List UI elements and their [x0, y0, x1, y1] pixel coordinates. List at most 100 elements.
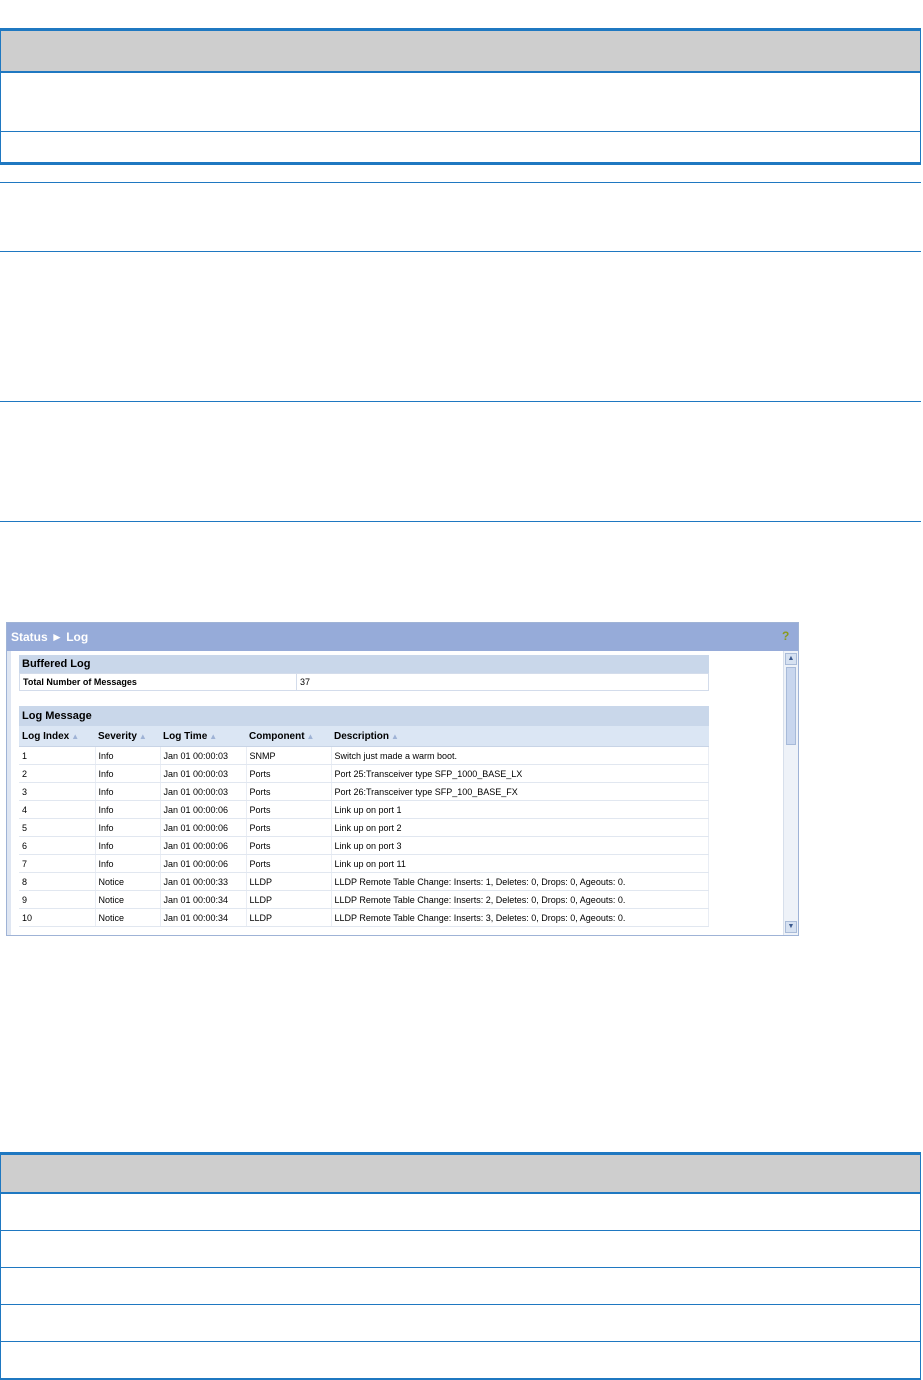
log-index-cell: 5 — [19, 818, 96, 837]
log-message-title: Log Message — [19, 706, 709, 726]
log-index-cell: 10 — [19, 908, 96, 927]
severity-cell: Info — [95, 818, 161, 837]
component-cell: LLDP — [246, 872, 332, 891]
log-index-cell: 4 — [19, 800, 96, 819]
description-cell: LLDP Remote Table Change: Inserts: 3, De… — [331, 908, 709, 927]
section-divider — [0, 521, 921, 522]
description-cell: Switch just made a warm boot. — [331, 746, 709, 765]
sort-icon: ▲ — [306, 731, 315, 741]
help-icon[interactable]: ? — [782, 629, 792, 643]
log-index-cell: 9 — [19, 890, 96, 909]
vertical-scrollbar[interactable]: ▲ ▼ — [783, 651, 798, 935]
table-row: 9 Notice Jan 01 00:00:34 LLDP LLDP Remote Ta… — [19, 890, 709, 909]
table-row: 1 Info Jan 01 00:00:03 SNMP Switch just made… — [19, 746, 709, 765]
log-time-cell: Jan 01 00:00:03 — [160, 782, 247, 801]
log-time-cell: Jan 01 00:00:06 — [160, 836, 247, 855]
scroll-up-icon[interactable]: ▲ — [785, 653, 797, 665]
severity-cell: Info — [95, 782, 161, 801]
component-cell: Ports — [246, 764, 332, 783]
severity-cell: Notice — [95, 908, 161, 927]
section-divider — [0, 182, 921, 183]
table-row: 3 Info Jan 01 00:00:03 Ports Port 26:Transce… — [19, 782, 709, 801]
column-header-log-index[interactable]: Log Index ▲ — [19, 726, 95, 747]
column-header-label: Log Index — [22, 730, 70, 742]
log-time-cell: Jan 01 00:00:34 — [160, 908, 247, 927]
severity-cell: Info — [95, 836, 161, 855]
column-header-label: Log Time — [163, 730, 208, 742]
doc-table-row-divider — [1, 1304, 920, 1305]
component-cell: Ports — [246, 782, 332, 801]
log-index-cell: 2 — [19, 764, 96, 783]
buffered-log-panel: Buffered Log Total Number of Messages 37 — [19, 655, 709, 691]
doc-table-row-divider — [1, 1230, 920, 1231]
section-divider — [0, 251, 921, 252]
doc-table-row-divider — [1, 131, 920, 132]
description-cell: LLDP Remote Table Change: Inserts: 2, De… — [331, 890, 709, 909]
sort-icon: ▲ — [71, 731, 80, 741]
severity-cell: Info — [95, 854, 161, 873]
column-header-component[interactable]: Component ▲ — [246, 726, 331, 747]
severity-cell: Notice — [95, 890, 161, 909]
breadcrumb: Status ► Log — [7, 623, 798, 651]
log-message-panel: Log Message Log Index ▲ Severity ▲ Log Tim… — [19, 706, 709, 927]
buffered-log-title: Buffered Log — [19, 655, 709, 673]
column-header-description[interactable]: Description ▲ — [331, 726, 709, 747]
column-header-log-time[interactable]: Log Time ▲ — [160, 726, 246, 747]
log-index-cell: 8 — [19, 872, 96, 891]
description-cell: Link up on port 11 — [331, 854, 709, 873]
doc-table-top — [0, 28, 921, 165]
table-row: 5 Info Jan 01 00:00:06 Ports Link up on port… — [19, 818, 709, 837]
severity-cell: Info — [95, 746, 161, 765]
log-time-cell: Jan 01 00:00:06 — [160, 800, 247, 819]
log-time-cell: Jan 01 00:00:33 — [160, 872, 247, 891]
component-cell: LLDP — [246, 890, 332, 909]
severity-cell: Notice — [95, 872, 161, 891]
description-cell: Link up on port 1 — [331, 800, 709, 819]
log-index-cell: 3 — [19, 782, 96, 801]
total-messages-value: 37 — [296, 673, 709, 691]
column-header-label: Description — [334, 730, 390, 742]
table-row: 7 Info Jan 01 00:00:06 Ports Link up on port… — [19, 854, 709, 873]
scroll-down-icon[interactable]: ▼ — [785, 921, 797, 933]
log-index-cell: 1 — [19, 746, 96, 765]
log-time-cell: Jan 01 00:00:06 — [160, 818, 247, 837]
table-row: 8 Notice Jan 01 00:00:33 LLDP LLDP Remote Ta… — [19, 872, 709, 891]
log-time-cell: Jan 01 00:00:06 — [160, 854, 247, 873]
table-row: 6 Info Jan 01 00:00:06 Ports Link up on port… — [19, 836, 709, 855]
log-time-cell: Jan 01 00:00:03 — [160, 746, 247, 765]
doc-table-row-divider — [1, 1341, 920, 1342]
sort-icon: ▲ — [138, 731, 147, 741]
description-cell: LLDP Remote Table Change: Inserts: 1, De… — [331, 872, 709, 891]
left-stripe — [7, 651, 11, 935]
total-messages-label: Total Number of Messages — [19, 673, 297, 691]
doc-table-row-divider — [1, 1267, 920, 1268]
column-header-severity[interactable]: Severity ▲ — [95, 726, 160, 747]
component-cell: Ports — [246, 854, 332, 873]
component-cell: SNMP — [246, 746, 332, 765]
table-row: 2 Info Jan 01 00:00:03 Ports Port 25:Transce… — [19, 764, 709, 783]
screenshot-body: Buffered Log Total Number of Messages 37… — [7, 651, 798, 935]
component-cell: Ports — [246, 800, 332, 819]
column-header-label: Component — [249, 730, 305, 742]
section-divider — [0, 401, 921, 402]
table-row: 10 Notice Jan 01 00:00:34 LLDP LLDP Remote T… — [19, 908, 709, 927]
doc-table-header — [1, 31, 920, 73]
scroll-thumb[interactable] — [786, 667, 796, 745]
severity-cell: Info — [95, 764, 161, 783]
doc-table-bottom — [0, 1152, 921, 1380]
severity-cell: Info — [95, 800, 161, 819]
log-time-cell: Jan 01 00:00:03 — [160, 764, 247, 783]
description-cell: Port 25:Transceiver type SFP_1000_BASE_L… — [331, 764, 709, 783]
description-cell: Port 26:Transceiver type SFP_100_BASE_FX — [331, 782, 709, 801]
component-cell: LLDP — [246, 908, 332, 927]
log-table-header-row: Log Index ▲ Severity ▲ Log Time ▲ Component… — [19, 726, 709, 747]
component-cell: Ports — [246, 818, 332, 837]
description-cell: Link up on port 2 — [331, 818, 709, 837]
doc-table-header — [1, 1155, 920, 1194]
component-cell: Ports — [246, 836, 332, 855]
column-header-label: Severity — [98, 730, 137, 742]
log-screenshot: Status ► Log ? Buffered Log Total Number… — [6, 622, 799, 936]
buffered-log-table: Total Number of Messages 37 — [19, 673, 709, 691]
sort-icon: ▲ — [209, 731, 218, 741]
table-row: Total Number of Messages 37 — [19, 673, 709, 691]
